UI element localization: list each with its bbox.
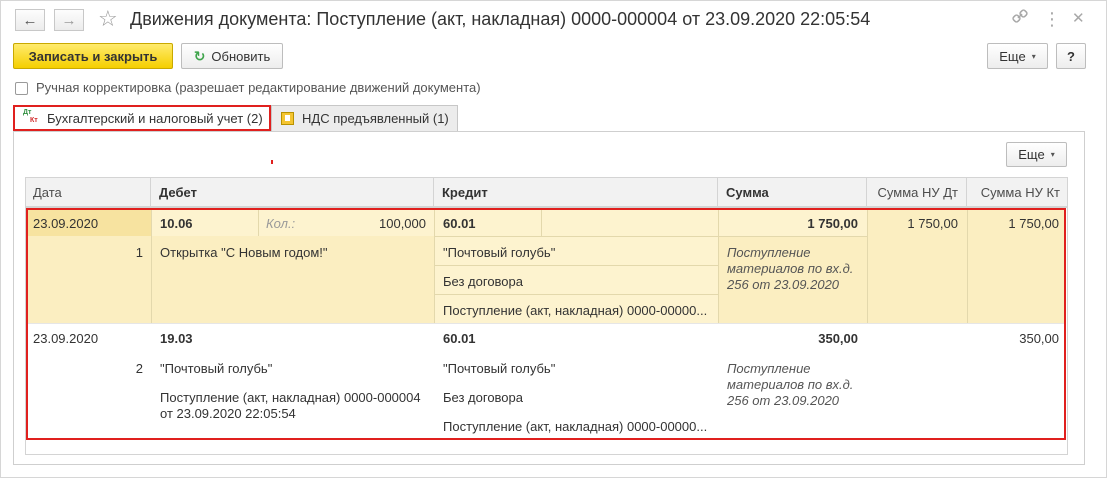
dt-kt-icon: Дт Кт xyxy=(23,109,41,127)
tab-accounting-label: Бухгалтерский и налоговый учет (2) xyxy=(47,110,263,126)
tab-vat[interactable]: НДС предъявленный (1) xyxy=(271,105,458,131)
column-header-debit-label: Дебет xyxy=(159,184,197,200)
close-icon[interactable]: ✕ xyxy=(1072,8,1085,30)
favorite-star-icon[interactable]: ☆ xyxy=(98,6,118,32)
column-header-debit[interactable]: Дебет xyxy=(151,177,434,207)
manual-correction-checkbox[interactable] xyxy=(15,82,28,95)
refresh-button[interactable]: ↻ Обновить xyxy=(181,43,283,69)
back-button[interactable]: ← xyxy=(15,9,45,31)
help-label: ? xyxy=(1067,48,1075,64)
forward-button[interactable]: → xyxy=(54,9,84,31)
manual-correction-label: Ручная корректировка (разрешает редактир… xyxy=(36,80,481,95)
grid-more-button[interactable]: Еще ▾ xyxy=(1006,142,1067,167)
highlight-frame xyxy=(26,208,1066,440)
tab-vat-label: НДС предъявленный (1) xyxy=(302,111,449,126)
more-actions-button[interactable]: Еще ▾ xyxy=(987,43,1048,69)
column-header-sum-nu-kt-label: Сумма НУ Кт xyxy=(980,184,1060,200)
column-header-sum[interactable]: Сумма xyxy=(718,177,867,207)
arrow-right-icon: → xyxy=(61,11,77,29)
column-header-sum-nu-kt[interactable]: Сумма НУ Кт xyxy=(967,177,1068,207)
window-top-border xyxy=(0,0,1107,1)
save-and-close-button[interactable]: Записать и закрыть xyxy=(13,43,173,69)
refresh-label: Обновить xyxy=(211,48,271,64)
kt-icon-text: Кт xyxy=(30,117,38,124)
column-header-credit-label: Кредит xyxy=(442,184,488,200)
help-button[interactable]: ? xyxy=(1056,43,1086,69)
tab-accounting[interactable]: Дт Кт Бухгалтерский и налоговый учет (2) xyxy=(13,105,271,131)
dt-icon-text: Дт xyxy=(23,109,32,116)
link-icon-graphic xyxy=(1012,9,1028,23)
vat-register-icon xyxy=(281,112,294,125)
more-actions-label: Еще xyxy=(999,48,1026,64)
column-header-credit[interactable]: Кредит xyxy=(434,177,718,207)
save-and-close-label: Записать и закрыть xyxy=(28,48,158,64)
column-header-date-label: Дата xyxy=(33,184,62,200)
column-header-date[interactable]: Дата xyxy=(25,177,151,207)
chevron-down-icon: ▾ xyxy=(1050,150,1055,159)
link-icon[interactable] xyxy=(1012,8,1028,31)
chevron-down-icon: ▾ xyxy=(1031,51,1036,61)
column-header-sum-nu-dt[interactable]: Сумма НУ Дт xyxy=(867,177,967,207)
column-header-sum-nu-dt-label: Сумма НУ Дт xyxy=(877,184,958,200)
column-header-sum-label: Сумма xyxy=(726,184,769,200)
arrow-left-icon: ← xyxy=(22,11,38,29)
window-left-border xyxy=(0,0,1,478)
red-marker xyxy=(271,160,273,164)
window-title: Движения документа: Поступление (акт, на… xyxy=(130,9,871,29)
more-vertical-icon[interactable]: ⋮ xyxy=(1043,8,1061,30)
refresh-icon: ↻ xyxy=(193,47,206,64)
grid-more-label: Еще xyxy=(1018,147,1045,162)
